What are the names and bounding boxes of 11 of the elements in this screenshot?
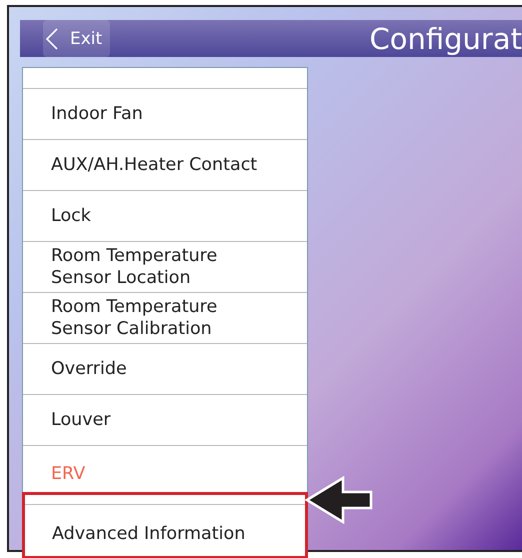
menu-item[interactable]: Advanced Information bbox=[25, 504, 305, 556]
exit-button[interactable]: Exit bbox=[43, 20, 110, 57]
chevron-left-icon bbox=[46, 28, 58, 50]
menu-item[interactable]: AUX/AH.Heater Contact bbox=[23, 139, 307, 190]
menu-item[interactable]: Louver bbox=[23, 394, 307, 445]
menu-item[interactable]: Room Temperature Sensor Location bbox=[23, 241, 307, 292]
menu-item[interactable]: Room Temperature Sensor Calibration bbox=[23, 292, 307, 343]
menu-item[interactable]: Override bbox=[23, 343, 307, 394]
menu-item[interactable]: Lock bbox=[23, 190, 307, 241]
screen-title: Configurat bbox=[370, 22, 522, 56]
menu-item[interactable]: Indoor Fan bbox=[23, 88, 307, 139]
